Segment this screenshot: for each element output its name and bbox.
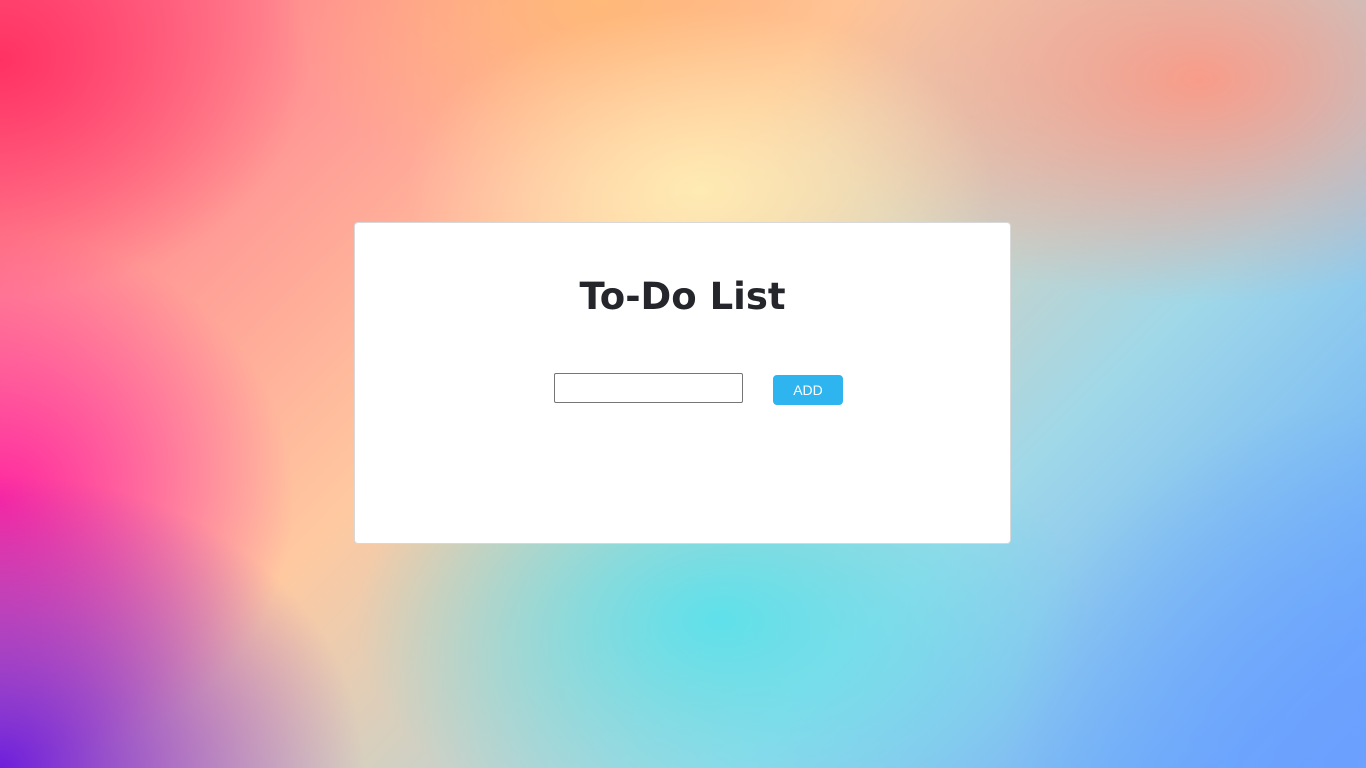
todo-input[interactable] xyxy=(554,373,743,403)
page-title: To-Do List xyxy=(579,275,786,318)
add-button[interactable]: ADD xyxy=(773,375,843,405)
todo-card: To-Do List ADD xyxy=(354,222,1011,544)
